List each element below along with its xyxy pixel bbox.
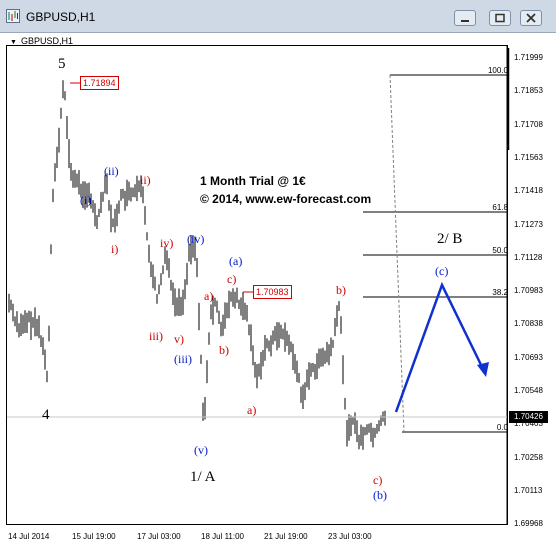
wave-label-b-blue: (b) xyxy=(373,488,387,502)
price-bars xyxy=(8,80,386,450)
fib-label-61.8: 61.8 xyxy=(492,203,508,212)
wave-label-5: 5 xyxy=(58,56,66,72)
forecast-arrowhead-icon xyxy=(477,362,489,377)
high-price-tag: 1.71894 xyxy=(80,76,119,90)
price-tick: 1.71273 xyxy=(514,219,543,229)
time-tick: 18 Jul 11:00 xyxy=(201,532,244,541)
price-tick: 1.70838 xyxy=(514,319,543,329)
current-price-label: 1.70426 xyxy=(509,411,548,423)
trial-text: 1 Month Trial @ 1€ xyxy=(200,174,306,188)
symbol-panel-label: ▼ GBPUSD,H1 xyxy=(10,36,73,46)
time-tick: 23 Jul 03:00 xyxy=(328,532,372,541)
wave-label-a-red-1: a) xyxy=(204,289,214,303)
price-tick: 1.69968 xyxy=(514,519,543,529)
wave-label-4: 4 xyxy=(42,407,50,423)
forecast-path xyxy=(394,281,486,413)
wave-label-iii-blue: (iii) xyxy=(174,352,192,366)
wave-label-a-blue: (a) xyxy=(229,254,243,268)
wave-label-1-a: 1/ A xyxy=(190,469,216,485)
wave-label-a-red-2: a) xyxy=(247,403,257,417)
wave-label-i-red: i) xyxy=(111,242,119,256)
wave-label-b-red-2: b) xyxy=(336,283,346,297)
time-tick: 14 Jul 2014 xyxy=(8,532,50,541)
price-tick: 1.71563 xyxy=(514,152,543,162)
fib-retracement-diagonal xyxy=(389,74,405,433)
wave-label-b-red-1: b) xyxy=(219,343,229,357)
wave-label-v-blue: (v) xyxy=(194,443,208,457)
wave-label-c-blue: (c) xyxy=(435,264,449,278)
wave-label-iv-red: iv) xyxy=(160,236,174,250)
price-tick: 1.71418 xyxy=(514,186,543,196)
time-tick: 21 Jul 19:00 xyxy=(264,532,308,541)
wave-label-ii-blue: (ii) xyxy=(104,164,119,178)
wave-label-c-red-1: c) xyxy=(227,272,237,286)
price-tick: 1.71128 xyxy=(514,252,543,262)
wave-label-c-red-2: c) xyxy=(373,473,383,487)
price-tick: 1.71999 xyxy=(514,53,543,62)
price-tick: 1.70548 xyxy=(514,386,543,395)
fib-label-38.2: 38.2 xyxy=(492,288,508,297)
price-tick: 1.70693 xyxy=(514,352,543,362)
wave-label-iii-red: iii) xyxy=(149,329,163,343)
price-tick: 1.71708 xyxy=(514,119,543,129)
wave-label-i-blue: (i) xyxy=(80,193,92,207)
price-tick: 1.70258 xyxy=(514,452,543,462)
fib-label-100: 100.0 xyxy=(487,66,508,75)
fib-label-50: 50.0 xyxy=(492,246,508,255)
price-tick: 1.70983 xyxy=(514,286,543,296)
wave-label-v-red: v) xyxy=(174,332,184,346)
low-b-price-tag: 1.70983 xyxy=(253,285,292,299)
wave-label-ii-red: ii) xyxy=(140,173,151,187)
copyright-text: © 2014, www.ew-forecast.com xyxy=(200,192,372,206)
time-tick: 15 Jul 19:00 xyxy=(72,532,116,541)
wave-label-iv-blue: (iv) xyxy=(187,232,205,246)
wave-label-2-b: 2/ B xyxy=(437,231,463,247)
fib-label-0: 0.0 xyxy=(496,423,508,432)
price-tick: 1.70113 xyxy=(514,485,543,495)
price-tick: 1.71853 xyxy=(514,86,543,96)
time-tick: 17 Jul 03:00 xyxy=(137,532,181,541)
